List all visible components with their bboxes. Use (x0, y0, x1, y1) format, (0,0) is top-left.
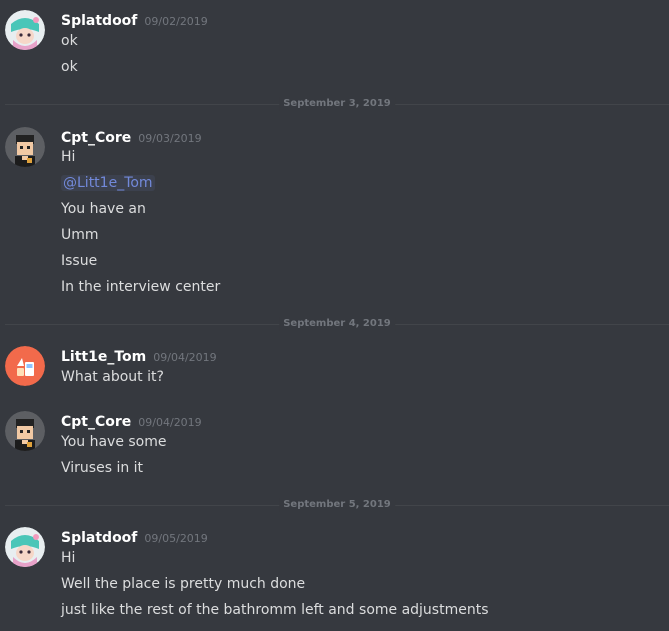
user-mention[interactable]: @Litt1e_Tom (61, 175, 155, 191)
splatdoof-avatar-icon (5, 527, 45, 567)
timestamp: 09/05/2019 (144, 532, 208, 545)
message-text: Issue (61, 253, 98, 269)
date-divider: September 4, 2019 (5, 317, 669, 331)
avatar[interactable] (5, 527, 45, 567)
message-text: You have an (61, 201, 146, 217)
message-text: Well the place is pretty much done (61, 576, 306, 592)
username[interactable]: Litt1e_Tom (61, 349, 146, 365)
message-header: Cpt_Core 09/04/2019 (61, 411, 202, 430)
avatar[interactable] (5, 346, 45, 386)
message-text: Hi (61, 550, 76, 566)
message-text: @Litt1e_Tom (61, 174, 155, 192)
message-text: Viruses in it (61, 460, 144, 476)
message-header: Splatdoof 09/02/2019 (61, 10, 208, 29)
message-text: Hi (61, 149, 76, 165)
message-text: just like the rest of the bathromm left … (61, 602, 489, 618)
date-divider: September 3, 2019 (5, 97, 669, 111)
timestamp: 09/02/2019 (144, 15, 208, 28)
litt1e-tom-avatar-icon (5, 346, 45, 386)
message-text: ok (61, 59, 78, 75)
username[interactable]: Cpt_Core (61, 130, 131, 146)
date-divider-label: September 3, 2019 (279, 97, 395, 111)
username[interactable]: Splatdoof (61, 530, 137, 546)
date-divider: September 5, 2019 (5, 498, 669, 512)
message-header: Splatdoof 09/05/2019 (61, 527, 208, 546)
message-text: You have some (61, 434, 167, 450)
avatar[interactable] (5, 10, 45, 50)
username[interactable]: Cpt_Core (61, 414, 131, 430)
message-text: What about it? (61, 369, 164, 385)
avatar[interactable] (5, 411, 45, 451)
avatar[interactable] (5, 127, 45, 167)
timestamp: 09/04/2019 (138, 416, 202, 429)
cpt-core-avatar-icon (5, 411, 45, 451)
cpt-core-avatar-icon (5, 127, 45, 167)
message-header: Cpt_Core 09/03/2019 (61, 127, 202, 146)
message-text: Umm (61, 227, 99, 243)
message-text: ok (61, 33, 78, 49)
timestamp: 09/04/2019 (153, 351, 217, 364)
date-divider-label: September 4, 2019 (279, 317, 395, 331)
message-text: In the interview center (61, 279, 221, 295)
username[interactable]: Splatdoof (61, 13, 137, 29)
date-divider-label: September 5, 2019 (279, 498, 395, 512)
message-header: Litt1e_Tom 09/04/2019 (61, 346, 217, 365)
timestamp: 09/03/2019 (138, 132, 202, 145)
splatdoof-avatar-icon (5, 10, 45, 50)
